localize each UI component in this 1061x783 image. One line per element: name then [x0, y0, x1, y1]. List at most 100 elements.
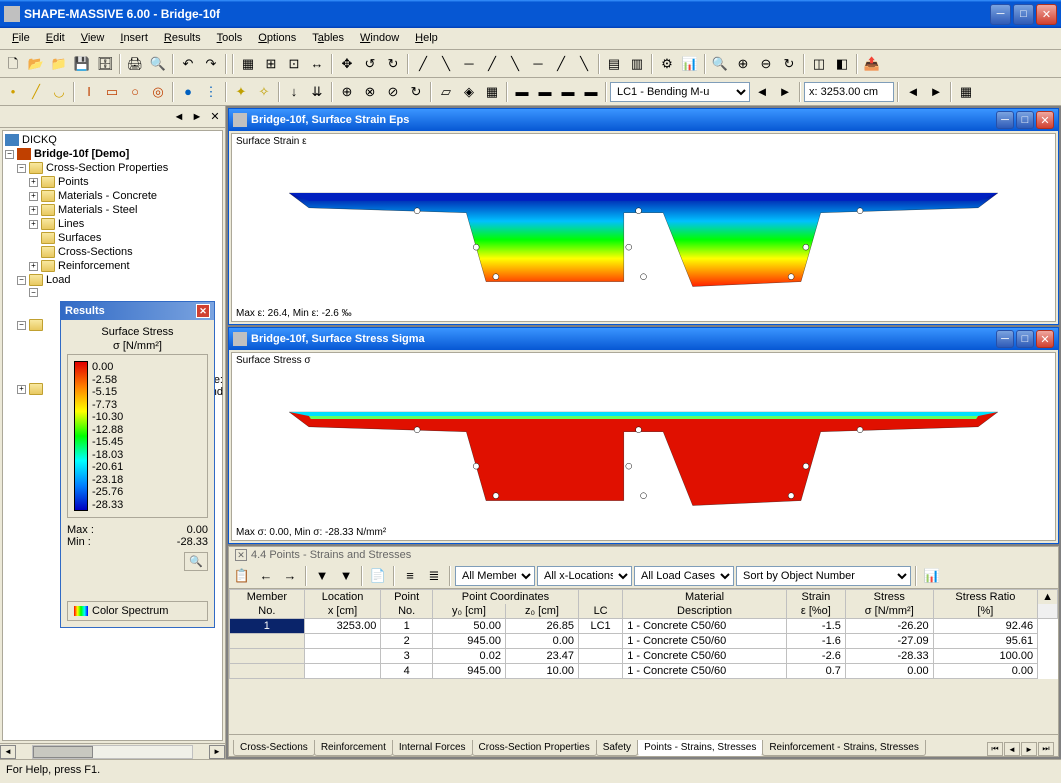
new-icon[interactable]: 🗋	[2, 53, 24, 75]
sort-combo[interactable]: Sort by Object Number	[736, 566, 911, 586]
tab-next-icon[interactable]: ►	[1021, 742, 1037, 756]
line-1-icon[interactable]: ╱	[412, 53, 434, 75]
nav-hscroll[interactable]: ◄ ►	[0, 743, 225, 759]
table-next-icon[interactable]: →	[279, 565, 301, 587]
x-position-input[interactable]	[804, 82, 894, 102]
table-row[interactable]: 13253.00150.0026.85LC11 - Concrete C50/6…	[230, 619, 1058, 634]
prev-lc-icon[interactable]: ◄	[751, 81, 773, 103]
menu-options[interactable]: Options	[250, 30, 304, 47]
axes-icon[interactable]: ⊞	[260, 53, 282, 75]
tab-reinf-strains[interactable]: Reinforcement - Strains, Stresses	[762, 740, 926, 756]
undo-icon[interactable]: ↶	[177, 53, 199, 75]
open-icon[interactable]: 📂	[25, 53, 47, 75]
th-ratio[interactable]: Stress Ratio	[933, 590, 1037, 605]
tree-toggle[interactable]: +	[29, 178, 38, 187]
minimize-button[interactable]: ─	[990, 4, 1011, 25]
results-icon[interactable]: 📊	[679, 53, 701, 75]
star-1-icon[interactable]: ✦	[230, 81, 252, 103]
view-4-icon[interactable]: ↻	[405, 81, 427, 103]
move-icon[interactable]: ✥	[336, 53, 358, 75]
close-button[interactable]: ✕	[1036, 4, 1057, 25]
load-1-icon[interactable]: ↓	[283, 81, 305, 103]
print-preview-icon[interactable]: 🔍	[147, 53, 169, 75]
table-prev-icon[interactable]: ←	[255, 565, 277, 587]
load-2-icon[interactable]: ⇊	[306, 81, 328, 103]
th-location[interactable]: Location	[304, 590, 381, 605]
menu-edit[interactable]: Edit	[38, 30, 73, 47]
table-close-icon[interactable]: ✕	[235, 549, 247, 561]
prev-pos-icon[interactable]: ◄	[902, 81, 924, 103]
print-icon[interactable]: 🖨	[124, 53, 146, 75]
tree-toggle[interactable]: −	[29, 288, 38, 297]
tab-reinforcement[interactable]: Reinforcement	[314, 740, 393, 756]
nav-close-icon[interactable]: ✕	[207, 109, 223, 125]
tree-toggle-load[interactable]: −	[17, 276, 26, 285]
rebar-1-icon[interactable]: ●	[177, 81, 199, 103]
tree-toggle-project[interactable]: −	[5, 150, 14, 159]
th-strain[interactable]: Strain	[786, 590, 845, 605]
table-row[interactable]: 4945.0010.001 - Concrete C50/600.70.000.…	[230, 664, 1058, 679]
select-2-icon[interactable]: ◈	[458, 81, 480, 103]
section-i-icon[interactable]: I	[78, 81, 100, 103]
table-copy-icon[interactable]: 📄	[367, 565, 389, 587]
table-excel-icon[interactable]: 📊	[921, 565, 943, 587]
result-3-icon[interactable]: ▬	[557, 81, 579, 103]
tree-reinforcement[interactable]: Reinforcement	[58, 260, 130, 272]
tree-csp[interactable]: Cross-Section Properties	[46, 162, 168, 174]
refresh-icon[interactable]: ↻	[778, 53, 800, 75]
result-1-icon[interactable]: ▬	[511, 81, 533, 103]
layout-icon[interactable]: ▦	[955, 81, 977, 103]
menu-tables[interactable]: Tables	[304, 30, 352, 47]
view-2-icon[interactable]: ⊗	[359, 81, 381, 103]
tree-toggle[interactable]: −	[17, 321, 26, 330]
calc-icon[interactable]: ⚙	[656, 53, 678, 75]
point-icon[interactable]: •	[2, 81, 24, 103]
stress-canvas[interactable]: Surface Stress σ Max σ: 0.00, Min σ: -28…	[231, 352, 1056, 541]
zoom-in-icon[interactable]: 🔍	[709, 53, 731, 75]
curve-icon[interactable]: ◡	[48, 81, 70, 103]
mdi-maximize-button[interactable]: □	[1016, 111, 1034, 129]
table-tool-1-icon[interactable]: 📋	[231, 565, 253, 587]
th-material[interactable]: Material	[623, 590, 787, 605]
th-scroll-down[interactable]	[1038, 604, 1058, 619]
save-icon[interactable]: 💾	[71, 53, 93, 75]
th-coords[interactable]: Point Coordinates	[432, 590, 578, 605]
rotate-left-icon[interactable]: ↺	[359, 53, 381, 75]
snap-icon[interactable]: ⊡	[283, 53, 305, 75]
tab-last-icon[interactable]: ⏭	[1038, 742, 1054, 756]
menu-window[interactable]: Window	[352, 30, 407, 47]
tool-b-icon[interactable]: ◧	[831, 53, 853, 75]
export-icon[interactable]: 📤	[861, 53, 883, 75]
menu-help[interactable]: Help	[407, 30, 446, 47]
line-5-icon[interactable]: ╲	[504, 53, 526, 75]
results-table[interactable]: Member Location Point Point Coordinates …	[229, 589, 1058, 679]
mdi-minimize-button[interactable]: ─	[996, 330, 1014, 348]
view-3-icon[interactable]: ⊘	[382, 81, 404, 103]
tree-mat-steel[interactable]: Materials - Steel	[58, 204, 137, 216]
menu-view[interactable]: View	[73, 30, 113, 47]
tree-points[interactable]: Points	[58, 176, 89, 188]
results-close-icon[interactable]: ✕	[196, 304, 210, 318]
line-7-icon[interactable]: ╱	[550, 53, 572, 75]
section-rect-icon[interactable]: ▭	[101, 81, 123, 103]
color-spectrum-button[interactable]: Color Spectrum	[67, 601, 208, 621]
tree-toggle[interactable]: +	[29, 220, 38, 229]
tool-a-icon[interactable]: ◫	[808, 53, 830, 75]
table-row[interactable]: 2945.000.001 - Concrete C50/60-1.6-27.09…	[230, 634, 1058, 649]
line-3-icon[interactable]: ─	[458, 53, 480, 75]
menu-insert[interactable]: Insert	[112, 30, 156, 47]
save-all-icon[interactable]: 🗄	[94, 53, 116, 75]
dimension-icon[interactable]: ↔	[306, 53, 328, 75]
menu-tools[interactable]: Tools	[209, 30, 251, 47]
tab-prev-icon[interactable]: ◄	[1004, 742, 1020, 756]
table-view-1-icon[interactable]: ≡	[399, 565, 421, 587]
table-2-icon[interactable]: ▥	[626, 53, 648, 75]
tree-toggle[interactable]: +	[29, 192, 38, 201]
th-lc[interactable]	[579, 590, 623, 605]
tab-internal-forces[interactable]: Internal Forces	[392, 740, 473, 756]
line-4-icon[interactable]: ╱	[481, 53, 503, 75]
result-4-icon[interactable]: ▬	[580, 81, 602, 103]
locations-combo[interactable]: All x-Locations	[537, 566, 632, 586]
rotate-right-icon[interactable]: ↻	[382, 53, 404, 75]
result-2-icon[interactable]: ▬	[534, 81, 556, 103]
